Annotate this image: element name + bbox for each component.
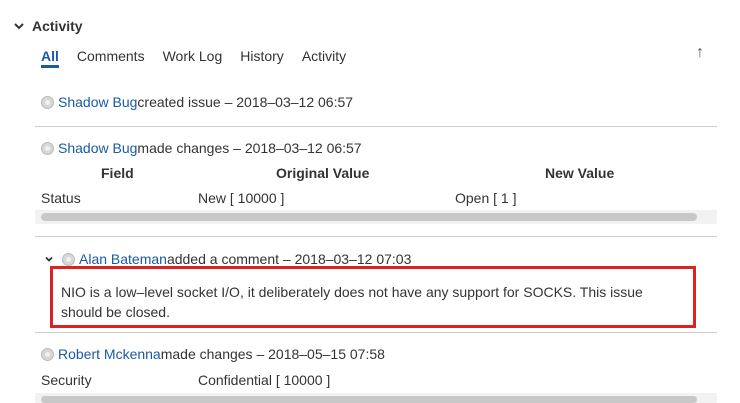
tab-work-log[interactable]: Work Log: [163, 46, 223, 68]
change-field: Status: [41, 190, 81, 206]
entry-action: made changes – 2018–03–12 06:57: [137, 140, 362, 156]
activity-entry: Robert Mckenna made changes – 2018–05–15…: [41, 344, 385, 364]
entry-action: created issue – 2018–03–12 06:57: [137, 94, 354, 110]
tab-comments[interactable]: Comments: [77, 46, 145, 68]
tab-history[interactable]: History: [240, 46, 284, 68]
column-header-field: Field: [101, 165, 134, 181]
section-title: Activity: [32, 18, 83, 34]
change-original-value: New [ 10000 ]: [198, 190, 285, 206]
entry-action: added a comment – 2018–03–12 07:03: [166, 251, 412, 267]
avatar: [62, 252, 75, 266]
entry-action: made changes – 2018–05–15 07:58: [160, 346, 385, 362]
activity-tabs: All Comments Work Log History Activity: [41, 46, 364, 70]
activity-section-header[interactable]: Activity: [12, 16, 83, 36]
comment-body: NIO is a low–level socket I/O, it delibe…: [50, 266, 696, 328]
change-field: Security: [41, 372, 92, 388]
avatar: [41, 141, 54, 155]
column-header-new-value: New Value: [545, 165, 615, 181]
avatar: [41, 347, 54, 361]
horizontal-scrollbar-thumb[interactable]: [41, 213, 697, 221]
tab-all[interactable]: All: [41, 46, 59, 68]
change-new-value: Open [ 1 ]: [455, 190, 517, 206]
user-link[interactable]: Shadow Bug: [58, 140, 137, 156]
arrow-up-icon[interactable]: ↑: [692, 44, 708, 64]
user-link[interactable]: Shadow Bug: [58, 94, 137, 110]
divider: [35, 236, 717, 237]
change-original-value: Confidential [ 10000 ]: [198, 372, 331, 388]
divider: [35, 126, 717, 127]
avatar: [41, 95, 54, 109]
chevron-down-icon[interactable]: [44, 254, 54, 264]
user-link[interactable]: Alan Bateman: [79, 251, 167, 267]
horizontal-scrollbar-thumb[interactable]: [41, 396, 697, 403]
activity-entry: Shadow Bug created issue – 2018–03–12 06…: [41, 92, 353, 112]
divider: [35, 332, 717, 333]
comment-text: NIO is a low–level socket I/O, it delibe…: [61, 284, 643, 320]
activity-entry: Shadow Bug made changes – 2018–03–12 06:…: [41, 138, 362, 158]
user-link[interactable]: Robert Mckenna: [58, 346, 161, 362]
tab-activity[interactable]: Activity: [302, 46, 346, 68]
column-header-original-value: Original Value: [276, 165, 370, 181]
chevron-down-icon[interactable]: [12, 19, 26, 33]
